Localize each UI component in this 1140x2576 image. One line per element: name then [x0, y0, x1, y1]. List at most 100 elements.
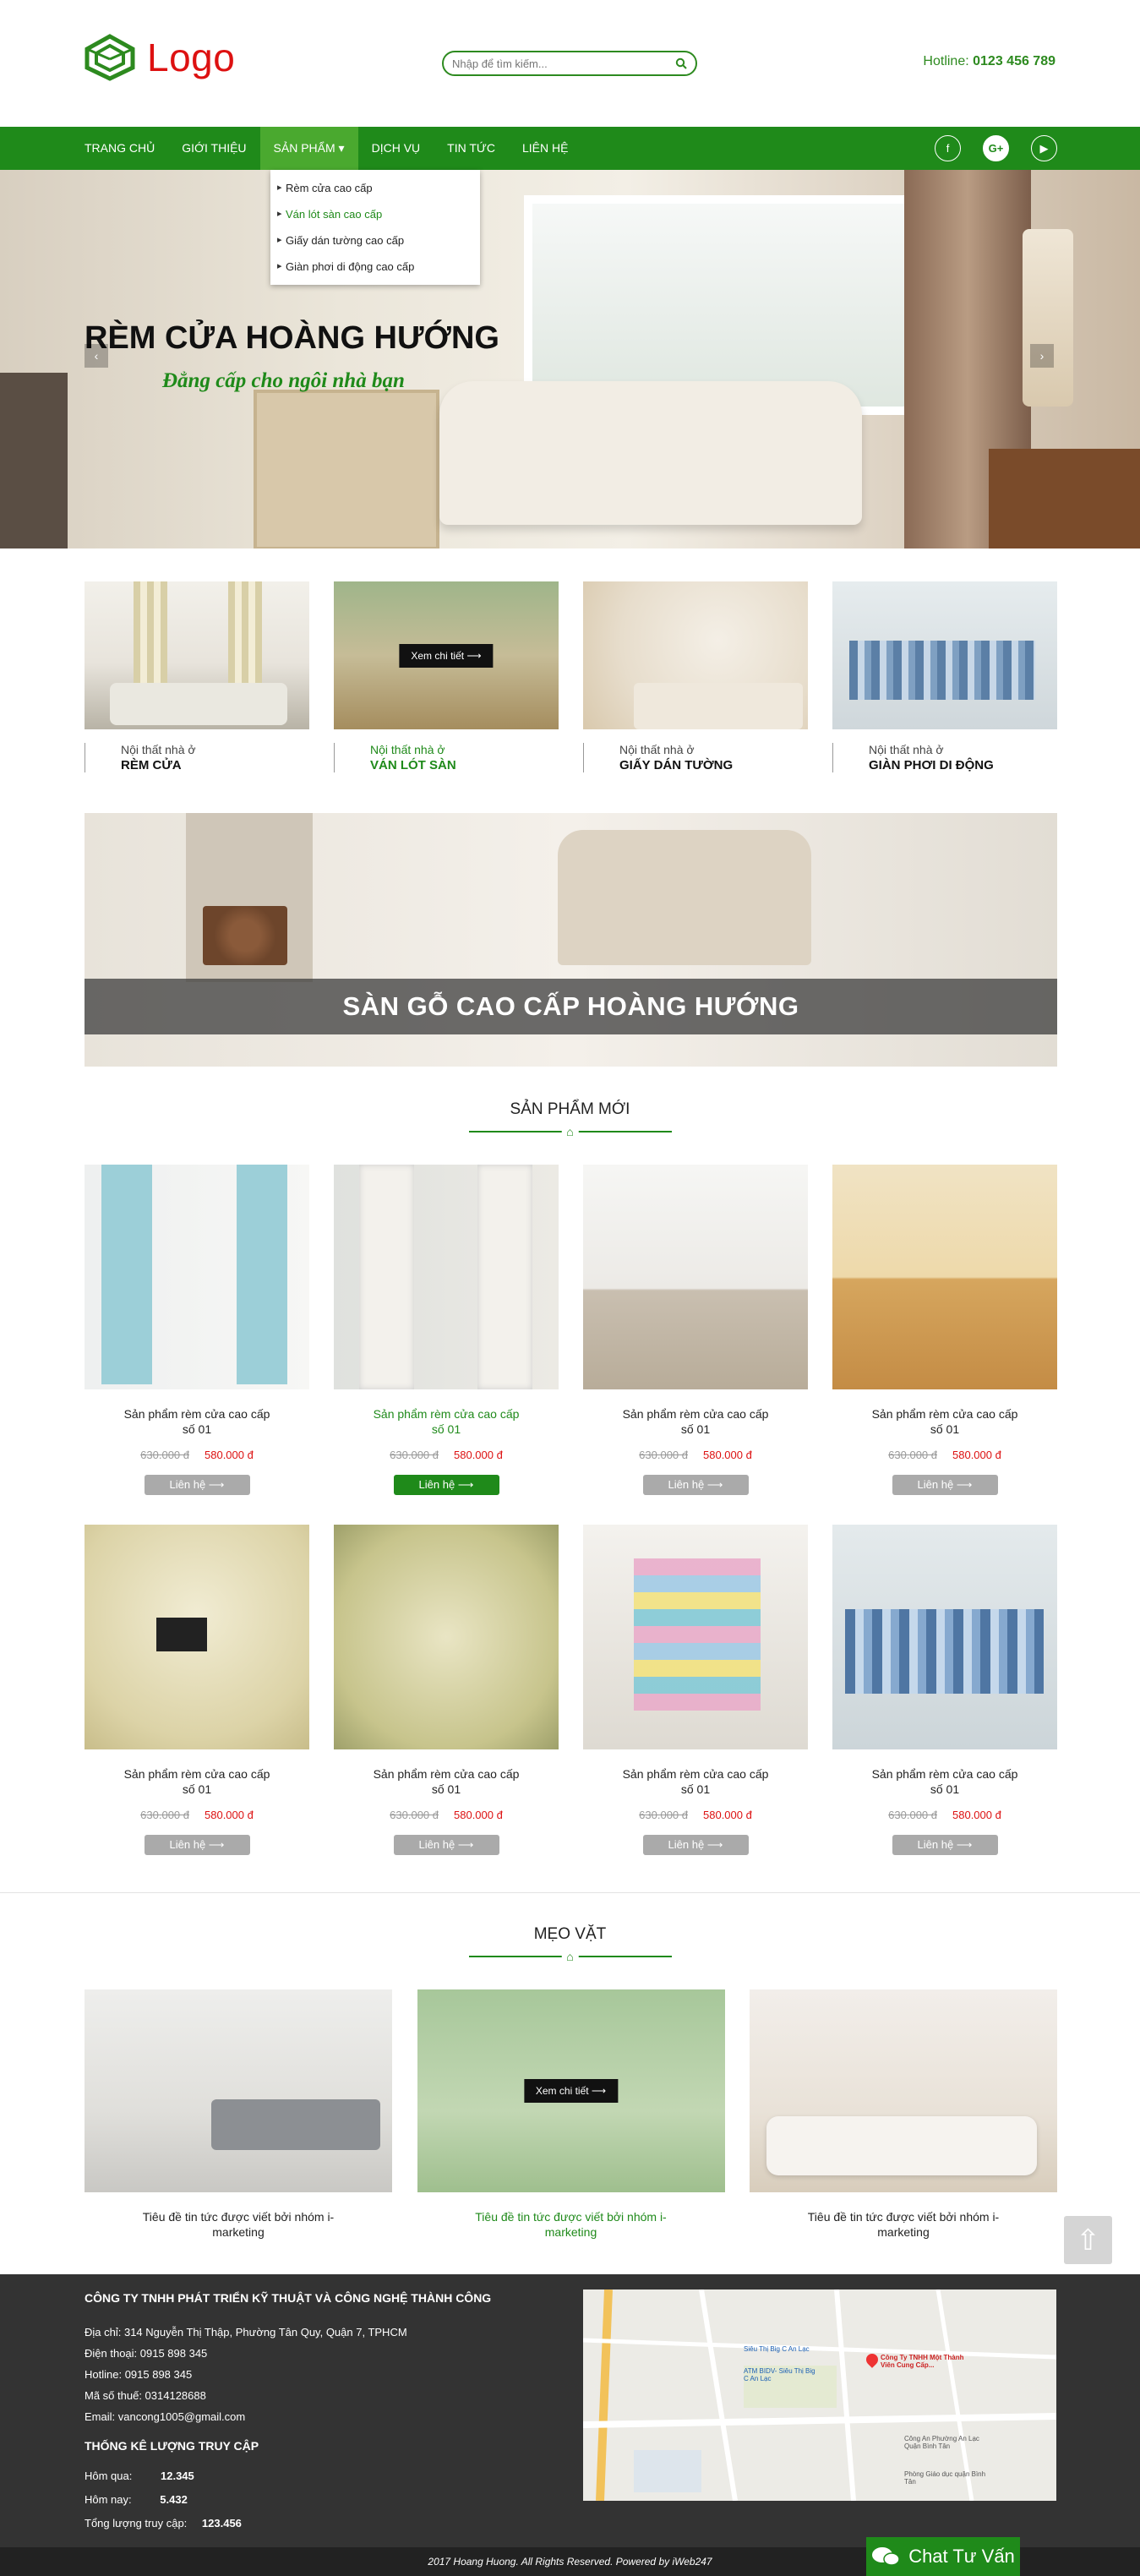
- product-image[interactable]: [832, 1525, 1057, 1749]
- product-card[interactable]: Sản phẩm rèm cửa cao cấp số 01 630.000 đ…: [832, 1165, 1057, 1495]
- product-name[interactable]: Sản phẩm rèm cửa cao cấp số 01: [583, 1766, 808, 1797]
- clothes-image: [845, 1609, 1044, 1694]
- hotline-label: Hotline:: [923, 54, 969, 68]
- curtain-image: [359, 1165, 414, 1389]
- news-title[interactable]: Tiêu đề tin tức được viết bởi nhóm i-mar…: [750, 2209, 1057, 2240]
- contact-button[interactable]: Liên hệ ⟶: [892, 1475, 998, 1495]
- product-name[interactable]: Sản phẩm rèm cửa cao cấp số 01: [832, 1406, 1057, 1437]
- contact-button[interactable]: Liên hệ ⟶: [393, 1475, 499, 1495]
- news-image[interactable]: [750, 1989, 1057, 2192]
- footer-email[interactable]: Email: vancong1005@gmail.com: [85, 2406, 407, 2427]
- nav-news[interactable]: TIN TỨC: [434, 127, 509, 170]
- new-price: 580.000 đ: [454, 1449, 503, 1461]
- category-card[interactable]: Xem chi tiết ⟶ Nội thất nhà ở VÁN LÓT SÀ…: [334, 581, 559, 772]
- overlay-button[interactable]: Xem chi tiết ⟶: [399, 643, 494, 668]
- contact-button[interactable]: Liên hệ ⟶: [642, 1475, 749, 1495]
- nav-about[interactable]: GIỚI THIỆU: [168, 127, 259, 170]
- category-card[interactable]: Nội thất nhà ở GIÀN PHƠI DI ĐỘNG: [832, 581, 1057, 772]
- news-card[interactable]: Tiêu đề tin tức được viết bởi nhóm i-mar…: [750, 1989, 1057, 2240]
- product-card[interactable]: Sản phẩm rèm cửa cao cấp số 01 630.000 đ…: [85, 1525, 309, 1855]
- product-card[interactable]: Sản phẩm rèm cửa cao cấp số 01 630.000 đ…: [832, 1525, 1057, 1855]
- chat-button[interactable]: Chat Tư Vấn: [866, 2537, 1020, 2576]
- news-image[interactable]: [85, 1989, 392, 2192]
- dropdown-item-drying-rack[interactable]: Giàn phơi di động cao cấp: [270, 254, 480, 280]
- dropdown-item-wallpaper[interactable]: Giấy dán tường cao cấp: [270, 227, 480, 254]
- search-input[interactable]: [452, 57, 675, 70]
- category-title[interactable]: VÁN LÓT SÀN: [370, 758, 559, 772]
- product-image[interactable]: [334, 1165, 559, 1389]
- scroll-top-icon[interactable]: ⇧: [1064, 2216, 1112, 2264]
- product-image[interactable]: [334, 1525, 559, 1749]
- logo[interactable]: Logo: [85, 34, 235, 81]
- nav-services[interactable]: DỊCH VỤ: [358, 127, 434, 170]
- product-card[interactable]: Sản phẩm rèm cửa cao cấp số 01 630.000 đ…: [334, 1525, 559, 1855]
- news-card[interactable]: Xem chi tiết ⟶ Tiêu đề tin tức được viết…: [417, 1989, 725, 2240]
- search-box[interactable]: [442, 51, 697, 76]
- section-title: SẢN PHẨM MỚI: [510, 1100, 630, 1118]
- news-image[interactable]: Xem chi tiết ⟶: [417, 1989, 725, 2192]
- footer-address: Địa chỉ: 314 Nguyễn Thị Thập, Phường Tân…: [85, 2326, 407, 2339]
- category-image[interactable]: [832, 581, 1057, 729]
- nav-contact[interactable]: LIÊN HỆ: [509, 127, 581, 170]
- youtube-icon[interactable]: ▶: [1031, 135, 1057, 161]
- product-image[interactable]: [583, 1165, 808, 1389]
- facebook-icon[interactable]: f: [935, 135, 961, 161]
- nav-products[interactable]: SẢN PHẨM ▾: [259, 127, 358, 170]
- location-map[interactable]: Siêu Thị Big C An Lạc ATM BIDV- Siêu Thị…: [583, 2289, 1056, 2501]
- category-image[interactable]: [85, 581, 309, 729]
- slider-next-icon[interactable]: ›: [1030, 344, 1054, 368]
- old-price: 630.000 đ: [390, 1809, 439, 1821]
- new-price: 580.000 đ: [205, 1809, 254, 1821]
- category-card[interactable]: Nội thất nhà ở RÈM CỬA: [85, 581, 309, 772]
- curtain-image: [477, 1165, 532, 1389]
- stats-title: THỐNG KÊ LƯỢNG TRUY CẬP: [85, 2439, 259, 2453]
- overlay-button[interactable]: Xem chi tiết ⟶: [523, 2079, 619, 2103]
- tips-row: Tiêu đề tin tức được viết bởi nhóm i-mar…: [85, 1989, 1057, 2240]
- nav-home[interactable]: TRANG CHỦ: [71, 127, 168, 170]
- slider-prev-icon[interactable]: ‹: [85, 344, 108, 368]
- category-title[interactable]: GIẤY DÁN TƯỜNG: [619, 758, 808, 772]
- contact-button[interactable]: Liên hệ ⟶: [393, 1835, 499, 1855]
- google-plus-icon[interactable]: G+: [983, 135, 1009, 161]
- product-card[interactable]: Sản phẩm rèm cửa cao cấp số 01 630.000 đ…: [583, 1165, 808, 1495]
- news-title[interactable]: Tiêu đề tin tức được viết bởi nhóm i-mar…: [417, 2209, 725, 2240]
- category-card[interactable]: Nội thất nhà ở GIẤY DÁN TƯỜNG: [583, 581, 808, 772]
- news-title[interactable]: Tiêu đề tin tức được viết bởi nhóm i-mar…: [85, 2209, 392, 2240]
- stat-total: 123.456: [201, 2517, 242, 2530]
- new-products-heading: SẢN PHẨM MỚI ⌂: [0, 1100, 1140, 1138]
- product-name[interactable]: Sản phẩm rèm cửa cao cấp số 01: [85, 1406, 309, 1437]
- contact-button[interactable]: Liên hệ ⟶: [144, 1835, 250, 1855]
- contact-button[interactable]: Liên hệ ⟶: [144, 1475, 250, 1495]
- curtain-image: [101, 1165, 152, 1384]
- product-image[interactable]: [85, 1165, 309, 1389]
- product-name[interactable]: Sản phẩm rèm cửa cao cấp số 01: [334, 1406, 559, 1437]
- product-name[interactable]: Sản phẩm rèm cửa cao cấp số 01: [583, 1406, 808, 1437]
- product-image[interactable]: [832, 1165, 1057, 1389]
- new-price: 580.000 đ: [952, 1449, 1001, 1461]
- new-price: 580.000 đ: [703, 1449, 752, 1461]
- category-image[interactable]: Xem chi tiết ⟶: [334, 581, 559, 729]
- product-name[interactable]: Sản phẩm rèm cửa cao cấp số 01: [85, 1766, 309, 1797]
- product-image[interactable]: [85, 1525, 309, 1749]
- contact-button[interactable]: Liên hệ ⟶: [642, 1835, 749, 1855]
- product-name[interactable]: Sản phẩm rèm cửa cao cấp số 01: [334, 1766, 559, 1797]
- section-title: MẸO VẶT: [533, 1925, 607, 1943]
- product-card[interactable]: Sản phẩm rèm cửa cao cấp số 01 630.000 đ…: [583, 1525, 808, 1855]
- contact-button[interactable]: Liên hệ ⟶: [892, 1835, 998, 1855]
- old-price: 630.000 đ: [639, 1449, 688, 1461]
- category-image[interactable]: [583, 581, 808, 729]
- search-icon[interactable]: [675, 57, 687, 69]
- slider-title: RÈM CỬA HOÀNG HƯỚNG: [85, 320, 499, 356]
- drying-rack-image: [634, 1558, 761, 1711]
- dropdown-item-flooring[interactable]: Ván lót sàn cao cấp: [270, 201, 480, 227]
- product-card[interactable]: Sản phẩm rèm cửa cao cấp số 01 630.000 đ…: [85, 1165, 309, 1495]
- product-card[interactable]: Sản phẩm rèm cửa cao cấp số 01 630.000 đ…: [334, 1165, 559, 1495]
- flooring-banner[interactable]: SÀN GỖ CAO CẤP HOÀNG HƯỚNG: [85, 813, 1057, 1067]
- category-title[interactable]: RÈM CỬA: [121, 758, 309, 772]
- product-image[interactable]: [583, 1525, 808, 1749]
- category-title[interactable]: GIÀN PHƠI DI ĐỘNG: [869, 758, 1057, 772]
- news-card[interactable]: Tiêu đề tin tức được viết bởi nhóm i-mar…: [85, 1989, 392, 2240]
- product-name[interactable]: Sản phẩm rèm cửa cao cấp số 01: [832, 1766, 1057, 1797]
- hotline-number[interactable]: 0123 456 789: [973, 54, 1055, 68]
- dropdown-item-curtains[interactable]: Rèm cửa cao cấp: [270, 175, 480, 201]
